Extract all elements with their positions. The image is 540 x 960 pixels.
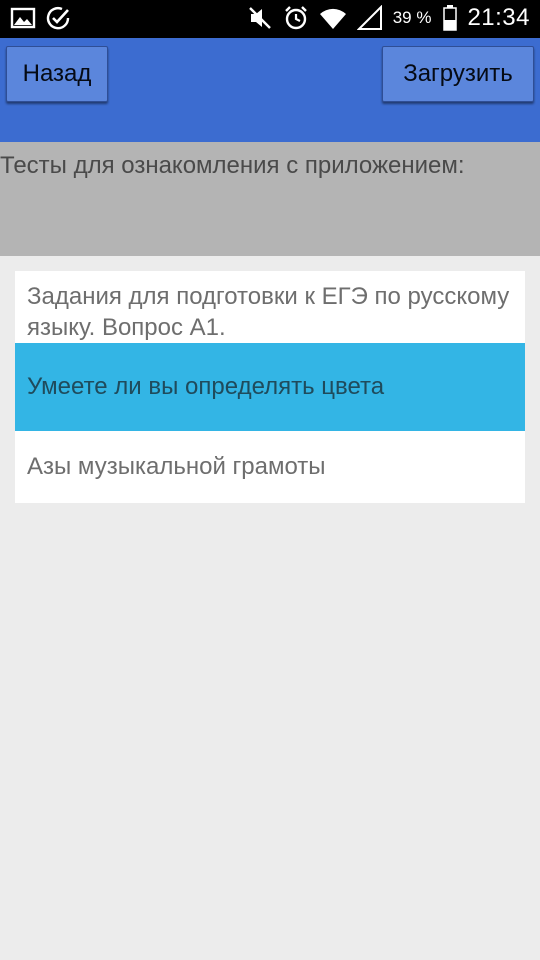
signal-icon: [356, 5, 383, 31]
toolbar: Назад Загрузить: [0, 38, 540, 142]
check-circle-icon: [46, 6, 72, 30]
status-bar: 39 % 21:34: [0, 0, 540, 38]
battery-icon: [443, 5, 458, 31]
mute-icon: [247, 5, 273, 31]
back-button[interactable]: Назад: [6, 46, 108, 102]
list-item[interactable]: Задания для подготовки к ЕГЭ по русскому…: [15, 271, 525, 343]
list-item-label: Азы музыкальной грамоты: [27, 453, 326, 480]
tests-header: Тесты для ознакомления с приложением:: [0, 142, 540, 256]
image-icon: [10, 6, 36, 30]
alarm-icon: [283, 5, 309, 31]
tests-list: Задания для подготовки к ЕГЭ по русскому…: [15, 271, 525, 503]
list-item-label: Умеете ли вы определять цвета: [27, 373, 385, 400]
clock: 21:34: [467, 4, 530, 31]
wifi-icon: [319, 5, 347, 31]
load-button[interactable]: Загрузить: [382, 46, 534, 102]
list-item-selected[interactable]: Умеете ли вы определять цвета: [15, 343, 525, 431]
list-item-label: Задания для подготовки к ЕГЭ по русскому…: [27, 283, 510, 341]
battery-percent: 39 %: [392, 8, 432, 27]
page-title: Тесты для ознакомления с приложением:: [0, 152, 465, 179]
list-item[interactable]: Азы музыкальной грамоты: [15, 431, 525, 503]
